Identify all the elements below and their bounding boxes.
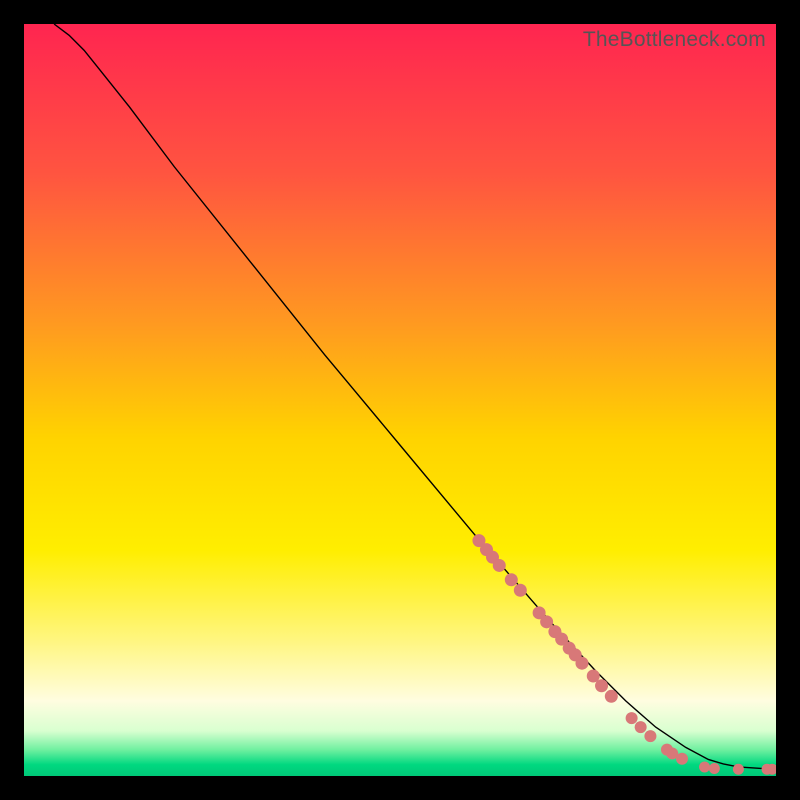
- data-point: [626, 712, 638, 724]
- data-point: [514, 584, 527, 597]
- data-point: [595, 679, 608, 692]
- data-point: [605, 690, 618, 703]
- data-point: [699, 761, 710, 772]
- data-point: [644, 730, 656, 742]
- data-point: [505, 573, 518, 586]
- chart-frame: TheBottleneck.com: [24, 24, 776, 776]
- data-point: [635, 721, 647, 733]
- chart-svg: [24, 24, 776, 776]
- watermark-text: TheBottleneck.com: [583, 28, 766, 52]
- chart-background: [24, 24, 776, 776]
- data-point: [493, 559, 506, 572]
- data-point: [575, 657, 588, 670]
- data-point: [733, 764, 744, 775]
- data-point: [676, 753, 688, 765]
- data-point: [709, 763, 720, 774]
